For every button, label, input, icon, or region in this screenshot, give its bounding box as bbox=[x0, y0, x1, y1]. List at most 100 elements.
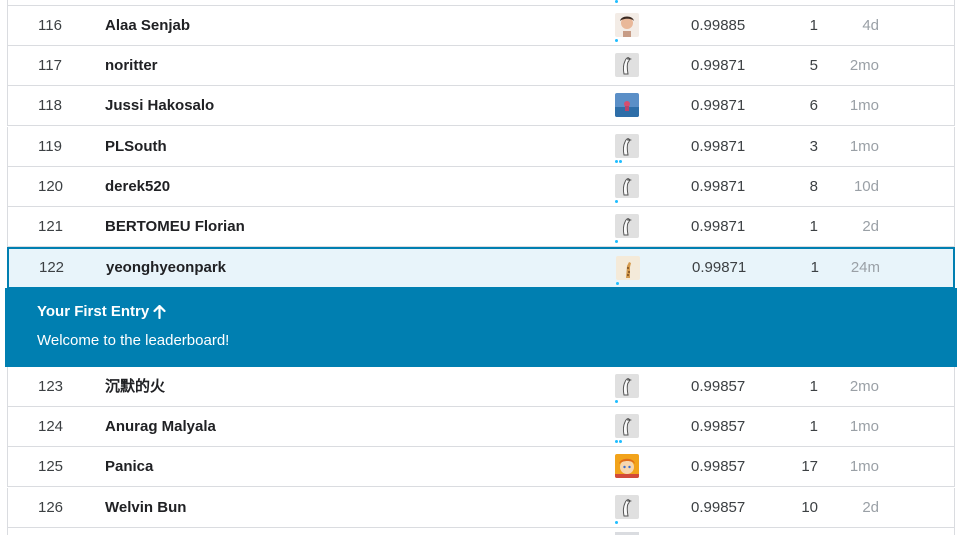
leaderboard-row-current-user[interactable]: 122 yeonghyeonpark 0.99871 1 24m bbox=[7, 247, 955, 289]
entries-count: 1 bbox=[809, 378, 818, 395]
user-avatar[interactable] bbox=[615, 13, 639, 37]
score-value: 0.99885 bbox=[691, 17, 746, 34]
rank-number: 118 bbox=[38, 97, 62, 114]
leaderboard-row[interactable]: 123 沉默的火 0.99857 1 2mo bbox=[7, 367, 955, 407]
banner-title: Your First Entry bbox=[37, 303, 166, 320]
rank-number: 125 bbox=[38, 458, 64, 475]
tier-dot bbox=[619, 440, 622, 443]
leaderboard-table: Your First Entry Welcome to the leaderbo… bbox=[0, 0, 961, 535]
arrow-up-icon bbox=[153, 304, 166, 319]
score-value: 0.99871 bbox=[691, 178, 746, 195]
rank-number: 117 bbox=[38, 57, 62, 74]
leaderboard-row[interactable]: 121 BERTOMEU Florian 0.99871 1 2d bbox=[7, 207, 955, 247]
rank-number: 126 bbox=[38, 499, 64, 516]
entries-count: 8 bbox=[809, 178, 818, 195]
leaderboard-row[interactable]: 126 Welvin Bun 0.99857 10 2d bbox=[7, 488, 955, 528]
last-submission: 1mo bbox=[849, 97, 879, 114]
entries-count: 1 bbox=[809, 218, 818, 235]
user-avatar[interactable] bbox=[615, 454, 639, 478]
team-name-link[interactable]: yeonghyeonpark bbox=[106, 248, 226, 288]
score-value: 0.99857 bbox=[691, 458, 746, 475]
score-value: 0.99857 bbox=[691, 499, 746, 516]
score-value: 0.99871 bbox=[691, 218, 746, 235]
leaderboard-row[interactable]: 125 Panica 0.99857 17 1mo bbox=[7, 447, 955, 487]
user-avatar[interactable] bbox=[615, 93, 639, 117]
score-value: 0.99871 bbox=[691, 57, 746, 74]
tier-dot bbox=[615, 240, 618, 243]
last-submission: 2mo bbox=[849, 378, 879, 395]
team-name-link[interactable]: noritter bbox=[105, 46, 158, 86]
last-submission: 4d bbox=[862, 17, 879, 34]
team-name-link[interactable]: Panica bbox=[105, 447, 153, 487]
user-avatar[interactable] bbox=[615, 174, 639, 198]
banner-message: Welcome to the leaderboard! bbox=[37, 332, 230, 349]
tier-dot bbox=[619, 160, 622, 163]
leaderboard-row[interactable]: 118 Jussi Hakosalo 0.99871 6 1mo bbox=[7, 86, 955, 126]
leaderboard-row[interactable]: 120 derek520 0.99871 8 10d bbox=[7, 167, 955, 207]
user-avatar[interactable] bbox=[615, 134, 639, 158]
team-name-link[interactable]: PLSouth bbox=[105, 127, 167, 167]
user-avatar[interactable] bbox=[615, 53, 639, 77]
rank-number: 116 bbox=[38, 17, 62, 34]
tier-indicator bbox=[615, 160, 622, 163]
rank-number: 120 bbox=[38, 178, 64, 195]
score-value: 0.99857 bbox=[691, 418, 746, 435]
score-value: 0.99871 bbox=[692, 259, 747, 276]
tier-dot bbox=[615, 200, 618, 203]
score-value: 0.99857 bbox=[691, 378, 746, 395]
leaderboard-row[interactable]: 116 Alaa Senjab 0.99885 1 4d bbox=[7, 6, 955, 46]
leaderboard-row[interactable]: 117 noritter 0.99871 5 2mo bbox=[7, 46, 955, 86]
last-submission: 2mo bbox=[849, 57, 879, 74]
tier-dot bbox=[615, 160, 618, 163]
rank-number: 122 bbox=[39, 259, 65, 276]
entries-count: 5 bbox=[809, 57, 818, 74]
last-submission: 1mo bbox=[849, 138, 879, 155]
team-name-link[interactable]: Welvin Bun bbox=[105, 488, 186, 528]
tier-indicator bbox=[616, 282, 619, 285]
team-name-link[interactable]: Alaa Senjab bbox=[105, 6, 190, 46]
tier-indicator bbox=[615, 240, 618, 243]
last-submission: 2d bbox=[862, 499, 879, 516]
leaderboard-row[interactable]: 119 PLSouth 0.99871 3 1mo bbox=[7, 127, 955, 167]
banner-title-text: Your First Entry bbox=[37, 303, 150, 320]
team-name-link[interactable]: BERTOMEU Florian bbox=[105, 207, 245, 247]
entries-count: 10 bbox=[801, 499, 818, 516]
tier-dot bbox=[615, 400, 618, 403]
user-avatar[interactable] bbox=[615, 495, 639, 519]
first-entry-banner: Your First Entry Welcome to the leaderbo… bbox=[5, 288, 957, 367]
last-submission: 1mo bbox=[849, 458, 879, 475]
leaderboard-row[interactable]: 124 Anurag Malyala 0.99857 1 1mo bbox=[7, 407, 955, 447]
team-name-link[interactable]: Anurag Malyala bbox=[105, 407, 216, 447]
last-submission: 2d bbox=[862, 218, 879, 235]
tier-indicator bbox=[615, 521, 618, 524]
team-name-link[interactable]: derek520 bbox=[105, 167, 170, 207]
user-avatar[interactable] bbox=[615, 374, 639, 398]
tier-indicator bbox=[615, 39, 618, 42]
tier-indicator bbox=[615, 200, 618, 203]
tier-dot bbox=[616, 282, 619, 285]
user-avatar[interactable] bbox=[616, 256, 640, 280]
entries-count: 1 bbox=[809, 17, 818, 34]
rank-number: 124 bbox=[38, 418, 64, 435]
rank-number: 121 bbox=[38, 218, 64, 235]
rank-number: 119 bbox=[38, 138, 62, 155]
team-name-link[interactable]: Jussi Hakosalo bbox=[105, 86, 214, 126]
last-submission: 1mo bbox=[849, 418, 879, 435]
entries-count: 3 bbox=[809, 138, 818, 155]
entries-count: 1 bbox=[809, 418, 818, 435]
user-avatar[interactable] bbox=[615, 214, 639, 238]
tier-dot bbox=[615, 521, 618, 524]
last-submission: 10d bbox=[853, 178, 879, 195]
entries-count: 6 bbox=[809, 97, 818, 114]
tier-indicator bbox=[615, 440, 622, 443]
score-value: 0.99871 bbox=[691, 97, 746, 114]
tier-dot bbox=[615, 0, 618, 3]
team-name-link[interactable]: 沉默的火 bbox=[105, 367, 165, 407]
score-value: 0.99871 bbox=[691, 138, 746, 155]
rank-number: 123 bbox=[38, 378, 64, 395]
entries-count: 1 bbox=[810, 259, 819, 276]
tier-indicator bbox=[615, 400, 618, 403]
user-avatar[interactable] bbox=[615, 414, 639, 438]
tier-dot bbox=[615, 440, 618, 443]
tier-dot bbox=[615, 39, 618, 42]
